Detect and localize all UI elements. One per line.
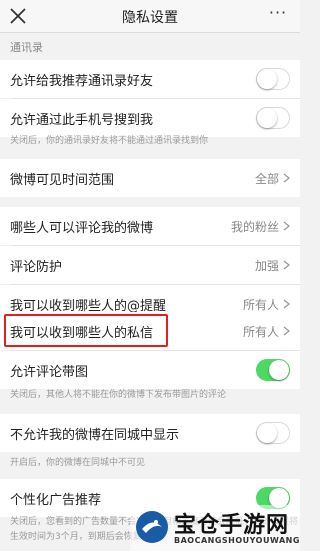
row-label: 我可以收到哪些人的@提醒 xyxy=(10,298,167,314)
row-hide-in-same-city: 不允许我的微博在同城中显示 xyxy=(0,414,300,452)
watermark-subtitle: BAOCANGSHOUYOUWANG xyxy=(174,536,300,545)
watermark-title: 宝仓手游网 xyxy=(174,513,290,538)
row-comment-protection[interactable]: 评论防护 加强 xyxy=(0,246,300,284)
chevron-right-icon xyxy=(283,299,290,309)
toggle-knob xyxy=(257,108,277,128)
search-by-phone-toggle[interactable] xyxy=(256,107,290,129)
row-value: 我的粉丝 xyxy=(230,219,279,234)
recommend-contacts-toggle[interactable] xyxy=(256,68,290,90)
page-title: 隐私设置 xyxy=(122,10,178,26)
row-label: 允许给我推荐通讯录好友 xyxy=(10,73,154,89)
row-value: 所有人 xyxy=(242,324,279,339)
toggle-knob xyxy=(269,360,289,380)
row-label: 允许通过此手机号搜到我 xyxy=(10,112,154,128)
row-value: 全部 xyxy=(254,171,279,186)
hide-in-same-city-toggle[interactable] xyxy=(256,422,290,444)
comment-with-image-toggle[interactable] xyxy=(256,359,290,381)
chevron-right-icon xyxy=(283,260,290,270)
chevron-right-icon xyxy=(283,326,290,336)
image-comment-note: 关闭后，其他人将不能在你的微博下发布带图片的评论 xyxy=(10,390,227,400)
top-bar: 隐私设置 ··· xyxy=(0,0,300,33)
toggle-knob xyxy=(257,69,277,89)
row-value: 所有人 xyxy=(242,297,279,312)
section-header-contacts: 通讯录 xyxy=(10,41,43,54)
more-icon[interactable]: ··· xyxy=(268,5,288,25)
row-label: 评论防护 xyxy=(10,259,63,275)
row-weibo-visible-range[interactable]: 微博可见时间范围 全部 xyxy=(0,159,300,197)
row-recommend-contacts: 允许给我推荐通讯录好友 xyxy=(0,60,300,98)
row-label: 微博可见时间范围 xyxy=(10,172,115,188)
row-value: 加强 xyxy=(254,258,279,273)
row-who-can-comment[interactable]: 哪些人可以评论我的微博 我的粉丝 xyxy=(0,207,300,245)
same-city-note: 开启后，你的微博在同城中不可见 xyxy=(10,458,146,468)
row-label: 允许评论带图 xyxy=(10,364,89,380)
chevron-right-icon xyxy=(283,173,290,183)
row-label: 哪些人可以评论我的微博 xyxy=(10,220,154,236)
row-label: 不允许我的微博在同城中显示 xyxy=(10,427,180,443)
watermark-logo-icon xyxy=(136,511,168,543)
contacts-note: 关闭后，你的通讯录好友将不能通过通讯录找到你 xyxy=(10,136,209,146)
watermark: 宝仓手游网 BAOCANGSHOUYOUWANG xyxy=(130,505,300,551)
chevron-right-icon xyxy=(283,221,290,231)
highlight-box xyxy=(4,314,168,347)
toggle-knob xyxy=(257,423,277,443)
